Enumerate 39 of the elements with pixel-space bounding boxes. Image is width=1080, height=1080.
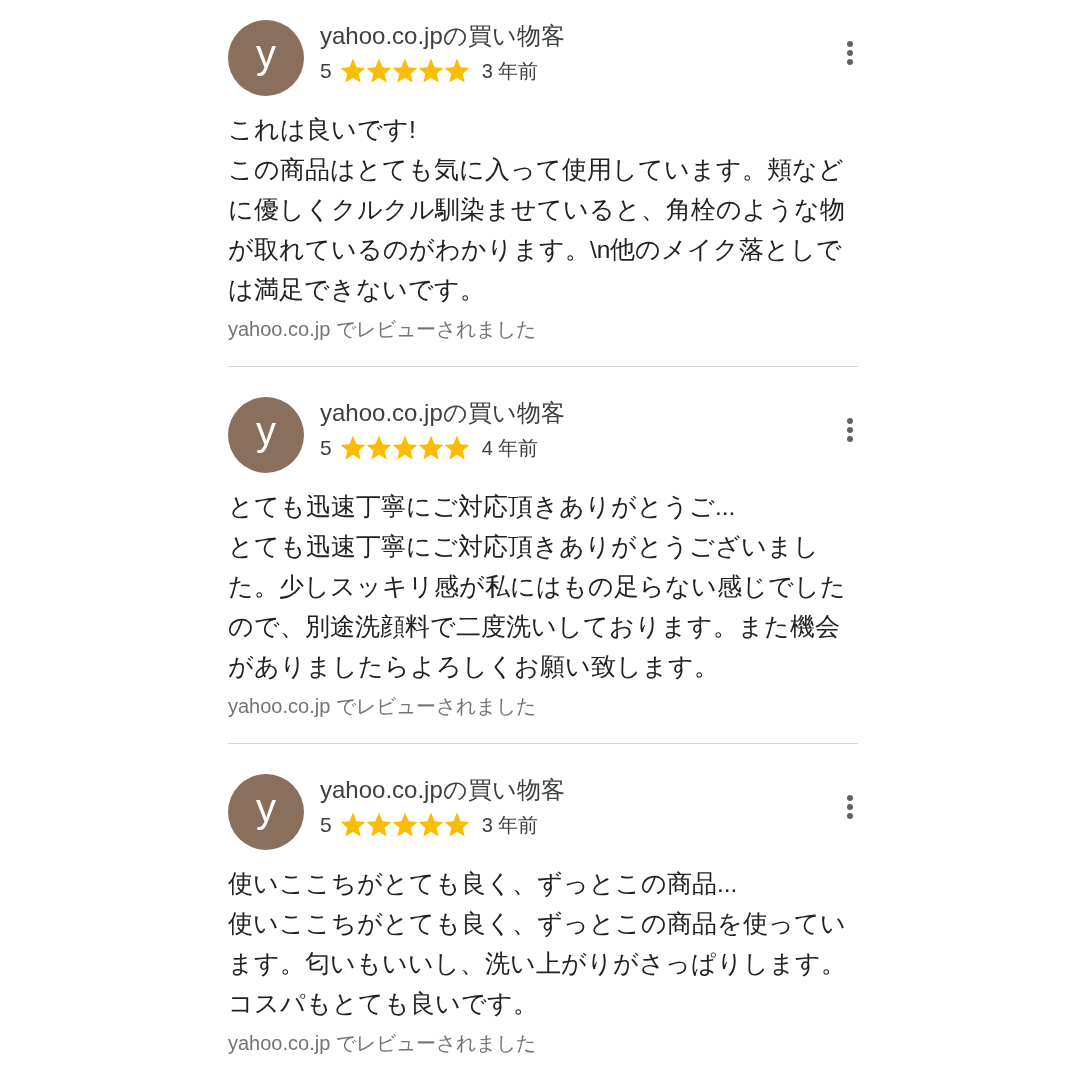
star-icon [417,57,444,84]
review-source: yahoo.co.jp でレビューされました [228,1031,537,1056]
star-icon [339,57,366,84]
review-title: 使いここちがとても良く、ずっとこの商品... [228,869,739,899]
avatar: y [228,20,304,96]
more-options-icon[interactable] [846,40,854,66]
star-icon [391,811,418,838]
review-title: これは良いです! [228,115,417,145]
avatar: y [228,397,304,473]
star-icon [417,811,444,838]
rating-value: 5 [320,435,332,462]
star-icon [365,57,392,84]
star-icon [443,57,470,84]
star-icon [443,434,470,461]
star-icon [417,434,444,461]
review-text: とても迅速丁寧にご対応頂きありがとうございました。少しスッキリ感が私にはもの足らない感じでしたので、別途洗顔料で二度洗いしております。また機会がありましたらよろしくお願い致します。 [228,532,847,682]
review-age: 3 年前 [481,58,539,84]
star-icon [365,434,392,461]
more-options-icon[interactable] [846,417,854,443]
review-text: この商品はとても気に入って使用しています。頬などに優しくクルクル馴染ませていると、角栓のような物が取れているのがわかります。\n他のメイク落としでは満足できないです。 [228,155,846,305]
star-icon [365,811,392,838]
more-options-icon[interactable] [846,794,854,820]
review-title: とても迅速丁寧にご対応頂きありがとうご... [228,492,737,522]
star-icon [443,811,470,838]
author-name: yahoo.co.jpの買い物客 [320,775,566,805]
author-name: yahoo.co.jpの買い物客 [320,21,566,51]
review-source: yahoo.co.jp でレビューされました [228,317,537,342]
rating-value: 5 [320,58,332,85]
star-icon [339,811,366,838]
star-icon [391,57,418,84]
avatar: y [228,774,304,850]
review-age: 3 年前 [481,812,539,838]
star-icon [391,434,418,461]
star-icon [339,434,366,461]
rating-value: 5 [320,812,332,839]
review-source: yahoo.co.jp でレビューされました [228,694,537,719]
author-name: yahoo.co.jpの買い物客 [320,398,566,428]
review-text: 使いここちがとても良く、ずっとこの商品を使っています。匂いもいいし、洗い上がりがさっぱりします。コスパもとても良いです。 [228,909,847,1019]
review-age: 4 年前 [481,435,539,461]
